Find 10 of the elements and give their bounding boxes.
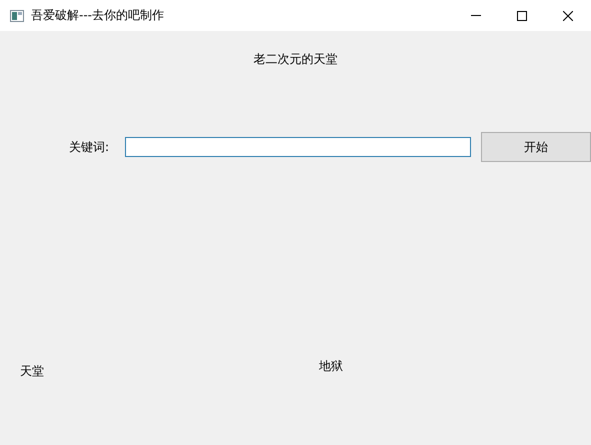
close-icon[interactable] [563, 10, 573, 20]
keyword-label: 关键词: [69, 138, 110, 156]
window-title: 吾爱破解---去你的吧制作 [31, 7, 164, 24]
start-button[interactable]: 开始 [481, 132, 591, 162]
heaven-label: 天堂 [20, 363, 44, 380]
heading-label: 老二次元的天堂 [254, 51, 338, 68]
keyword-field[interactable] [125, 137, 471, 157]
maximize-icon[interactable] [517, 10, 527, 20]
hell-label: 地狱 [319, 358, 343, 375]
app-icon [10, 10, 24, 22]
